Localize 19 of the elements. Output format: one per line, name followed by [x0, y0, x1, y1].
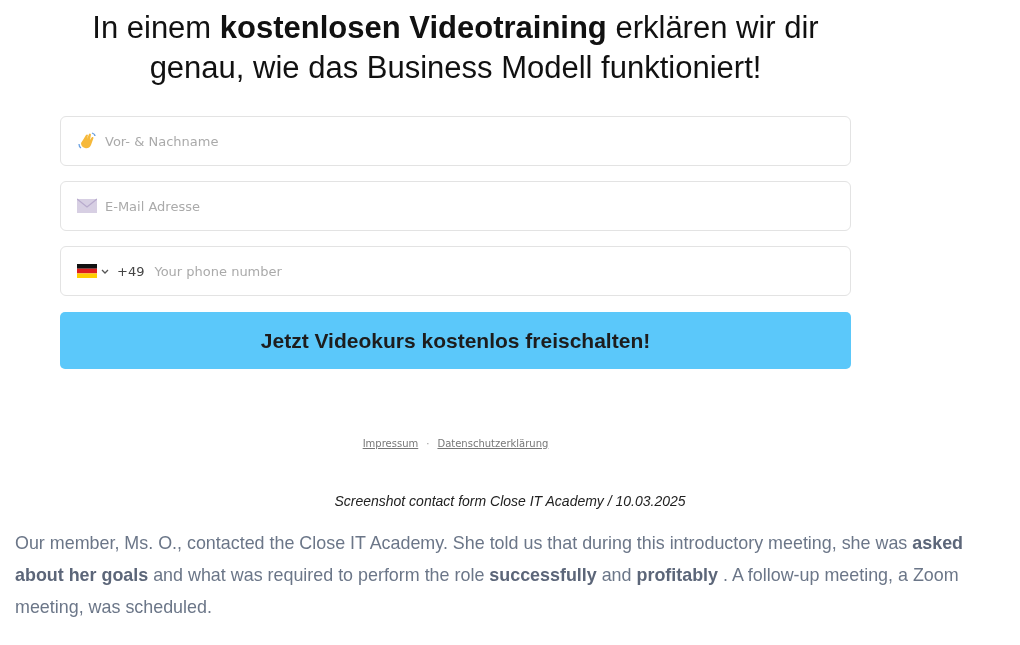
email-input[interactable]: E-Mail Adresse	[105, 198, 836, 214]
name-input[interactable]: Vor- & Nachname	[105, 133, 836, 149]
email-field[interactable]: E-Mail Adresse	[60, 181, 851, 231]
separator-dot: ·	[426, 438, 430, 449]
envelope-icon	[77, 198, 97, 214]
dial-code: +49	[117, 263, 145, 279]
country-selector[interactable]	[77, 264, 109, 278]
footer-link[interactable]: Impressum	[362, 438, 419, 449]
form-heading: In einem kostenlosen Videotraining erklären wir dir genau, wie das Business Modell funktioniert!	[91, 9, 820, 87]
footer-link[interactable]: Datenschutzerklärung	[437, 438, 549, 449]
waving-hand-icon	[77, 131, 97, 151]
german-flag-icon	[77, 264, 97, 278]
image-caption: Screenshot contact form Close IT Academy / 10.03.2025	[333, 493, 687, 509]
phone-input[interactable]: Your phone number	[154, 263, 836, 279]
phone-field[interactable]: +49 Your phone number	[60, 246, 851, 296]
submit-button[interactable]: Jetzt Videokurs kostenlos freischalten!	[60, 312, 851, 369]
name-field[interactable]: Vor- & Nachname	[60, 116, 851, 166]
article-paragraph: Our member, Ms. O., contacted the Close IT Academy. She told us that during this introductory meeting, she was asked about her goals and what was required to perform the role successfully and profitably . A follow-up meeting, a Zoom meeting, was scheduled.	[15, 532, 964, 619]
chevron-down-icon	[101, 268, 109, 274]
